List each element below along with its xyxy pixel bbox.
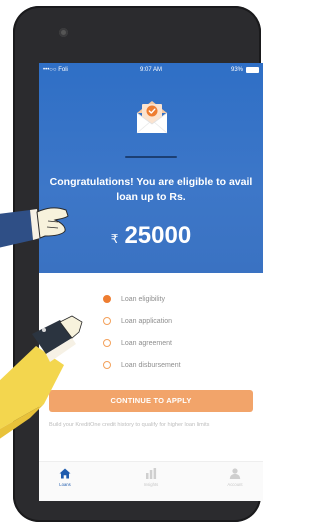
eligibility-header: •••○○ Foli 9:07 AM 93% Congratulations! … — [39, 63, 263, 273]
credit-history-hint: Build your KreditOne credit history to q… — [49, 422, 210, 428]
loan-amount: ₹25000 — [39, 221, 263, 254]
step-loan-eligibility: Loan eligibility — [103, 288, 253, 310]
nav-item-account[interactable]: Account — [215, 468, 255, 487]
step-label: Loan disbursement — [121, 361, 181, 369]
continue-to-apply-button[interactable]: CONTINUE TO APPLY — [49, 390, 253, 412]
nav-label: Loans — [59, 482, 71, 487]
status-bar: •••○○ Foli 9:07 AM 93% — [39, 63, 263, 77]
app-screen: •••○○ Foli 9:07 AM 93% Congratulations! … — [39, 63, 263, 501]
step-pending-icon — [103, 317, 111, 325]
nav-item-loans[interactable]: Loans — [45, 468, 85, 487]
nav-label: Insights — [143, 482, 159, 487]
step-pending-icon — [103, 339, 111, 347]
battery-icon — [246, 67, 259, 73]
loan-steps-list: Loan eligibility Loan application Loan a… — [103, 288, 253, 376]
loan-amount-value: 25000 — [124, 222, 192, 249]
battery-percent: 93% — [230, 67, 243, 73]
step-label: Loan eligibility — [121, 295, 165, 303]
camera-icon — [59, 28, 68, 37]
step-loan-disbursement: Loan disbursement — [103, 354, 253, 376]
nav-item-insights[interactable]: Insights — [131, 468, 171, 487]
step-label: Loan application — [121, 317, 172, 325]
eligibility-message: Congratulations! You are eligible to ava… — [49, 176, 253, 203]
profile-icon — [229, 468, 241, 479]
step-loan-application: Loan application — [103, 310, 253, 332]
home-icon — [59, 468, 71, 479]
bottom-navigation: Loans Insights Account — [39, 461, 263, 501]
nav-label: Account — [227, 482, 243, 487]
chart-icon — [146, 468, 157, 479]
step-label: Loan agreement — [121, 339, 172, 347]
step-done-icon — [103, 295, 111, 303]
divider — [125, 156, 177, 158]
approved-envelope-icon — [131, 95, 173, 137]
step-loan-agreement: Loan agreement — [103, 332, 253, 354]
phone-frame: •••○○ Foli 9:07 AM 93% Congratulations! … — [13, 6, 263, 522]
step-pending-icon — [103, 361, 111, 369]
currency-symbol: ₹ — [110, 232, 119, 246]
status-time: 9:07 AM — [139, 67, 162, 73]
